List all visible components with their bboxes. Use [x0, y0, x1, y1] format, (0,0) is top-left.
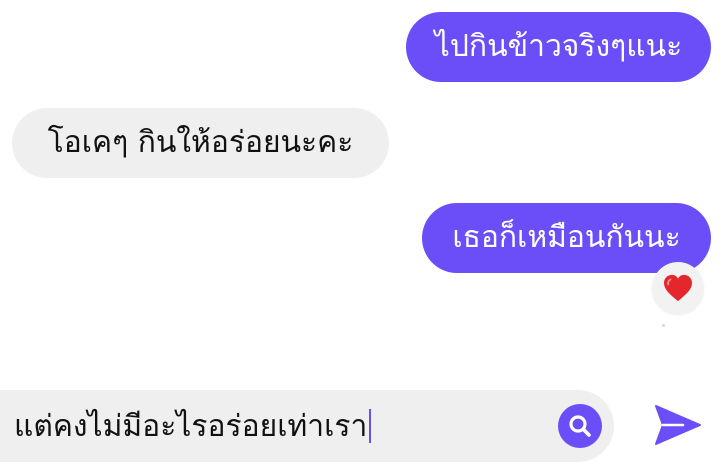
divider-dot [662, 324, 665, 327]
message-bubble-sent[interactable]: ไปกินข้าวจริงๆแนะ [406, 12, 711, 82]
search-button[interactable] [558, 404, 602, 448]
message-text: เธอก็เหมือนกันนะ [452, 220, 681, 255]
message-input[interactable]: แต่คงไม่มีอะไรอร่อยเท่าเรา [0, 390, 614, 462]
message-input-value: แต่คงไม่มีอะไรอร่อยเท่าเรา [14, 408, 368, 444]
text-caret [369, 409, 372, 443]
message-text: ไปกินข้าวจริงๆแนะ [434, 29, 683, 64]
message-text: โอเคๆ กินให้อร่อยนะคะ [47, 125, 354, 160]
reaction-badge[interactable] [652, 262, 704, 314]
message-bubble-sent[interactable]: เธอก็เหมือนกันนะ [422, 203, 711, 273]
search-icon [569, 415, 591, 437]
message-input-text: แต่คงไม่มีอะไรอร่อยเท่าเรา [14, 390, 372, 462]
send-icon [655, 405, 701, 445]
heart-icon [664, 274, 692, 302]
message-bubble-received[interactable]: โอเคๆ กินให้อร่อยนะคะ [12, 108, 389, 178]
send-button[interactable] [650, 400, 706, 450]
